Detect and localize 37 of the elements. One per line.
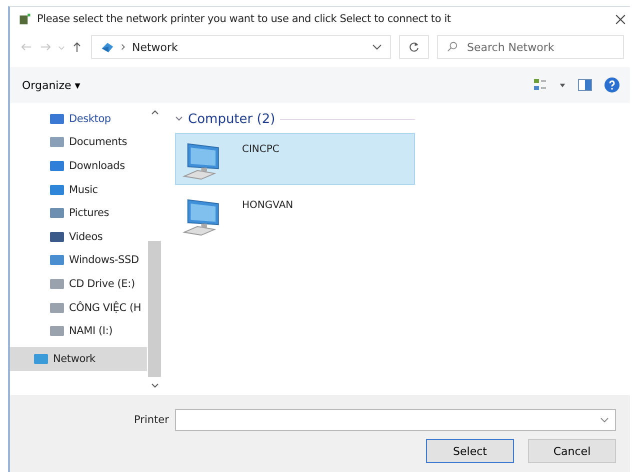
search-field[interactable]: Search Network (437, 35, 624, 59)
select-button[interactable]: Select (426, 439, 514, 463)
computer-item[interactable]: HONGVAN (175, 189, 415, 241)
sidebar-item[interactable]: CD Drive (E:) (10, 272, 147, 296)
scrollbar-thumb[interactable] (148, 241, 161, 377)
address-bar[interactable]: Network (91, 35, 391, 59)
sidebar-item[interactable]: CÔNG VIỆC (H (10, 296, 147, 320)
sidebar-item[interactable]: Videos (10, 224, 147, 249)
sidebar-item[interactable]: Windows-SSD (10, 248, 147, 272)
view-options-icon[interactable] (533, 78, 547, 92)
up-arrow-icon[interactable] (71, 41, 83, 53)
refresh-button[interactable] (399, 35, 429, 59)
sidebar-item[interactable]: Music (10, 178, 147, 202)
close-icon (615, 14, 626, 24)
sidebar-item[interactable]: Downloads (10, 154, 147, 178)
refresh-icon (408, 41, 420, 53)
group-header[interactable]: Computer (2) (175, 109, 415, 129)
help-icon[interactable] (604, 77, 620, 93)
dropdown-caret-icon[interactable] (372, 44, 382, 50)
scroll-up-icon[interactable] (150, 109, 158, 115)
chevron-icon (175, 116, 183, 122)
caret-icon[interactable] (559, 82, 566, 88)
scroll-down-icon[interactable] (150, 383, 158, 389)
printer-label: Printer (134, 414, 169, 426)
organize-button[interactable]: Organize ▾ (18, 76, 84, 94)
sidebar-item[interactable]: Network (10, 346, 147, 371)
window-title: Please select the network printer you want to use and click Select to connect to it (37, 13, 451, 25)
sidebar-item[interactable]: Pictures (10, 201, 147, 225)
breadcrumb-network[interactable]: Network (132, 40, 178, 54)
dropdown-caret-icon (600, 417, 609, 423)
sidebar-item[interactable]: Documents (10, 130, 147, 154)
cancel-button[interactable]: Cancel (528, 439, 616, 463)
sidebar-item[interactable]: NAMI (I:) (10, 319, 147, 343)
computer-item[interactable]: CINCPC (175, 133, 415, 185)
preview-pane-icon[interactable] (578, 79, 592, 91)
sidebar-item[interactable]: Desktop (10, 107, 147, 131)
search-icon (447, 41, 458, 52)
